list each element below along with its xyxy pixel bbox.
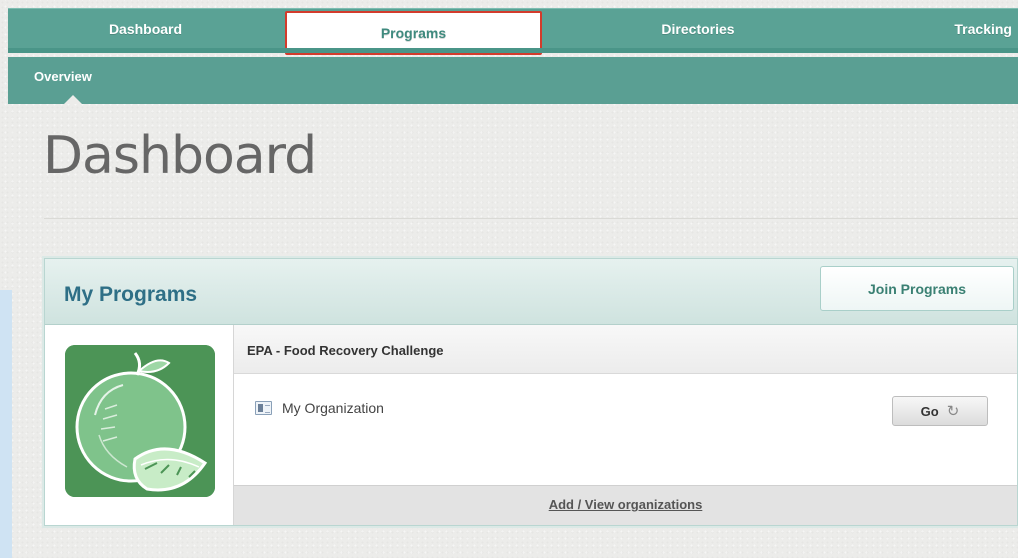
active-caret-icon xyxy=(64,95,82,104)
tab-tracking[interactable]: Tracking xyxy=(908,9,1018,49)
go-button[interactable]: Go ↻ xyxy=(892,396,988,426)
org-card-icon xyxy=(255,401,272,415)
program-name[interactable]: EPA - Food Recovery Challenge xyxy=(247,343,444,358)
go-button-label: Go xyxy=(920,403,939,419)
tab-dashboard[interactable]: Dashboard xyxy=(8,9,283,49)
panel-title: My Programs xyxy=(64,283,198,306)
organization-name[interactable]: My Organization xyxy=(282,400,384,416)
top-navigation: Dashboard Programs Directories Tracking xyxy=(8,8,1018,55)
page-title: Dashboard xyxy=(43,126,317,186)
add-view-organizations-link[interactable]: Add / View organizations xyxy=(234,497,1017,512)
program-footer-bar: Add / View organizations xyxy=(234,485,1017,525)
subnav-item-overview[interactable]: Overview xyxy=(34,57,92,95)
left-edge-strip xyxy=(0,290,12,558)
program-logo-cell xyxy=(45,325,234,525)
apple-lime-icon[interactable] xyxy=(65,345,215,497)
panel-header: My Programs Join Programs xyxy=(45,259,1017,325)
title-divider xyxy=(44,218,1018,219)
join-programs-button[interactable]: Join Programs xyxy=(820,266,1014,311)
nav-divider xyxy=(8,48,1018,53)
my-programs-panel: My Programs Join Programs EPA - Food Rec… xyxy=(44,258,1018,526)
refresh-icon: ↻ xyxy=(946,403,960,420)
sub-navigation: Overview xyxy=(8,57,1018,104)
tab-directories[interactable]: Directories xyxy=(548,9,848,49)
organization-row: My Organization Go ↻ xyxy=(234,374,1017,485)
program-title-bar: EPA - Food Recovery Challenge xyxy=(234,325,1017,374)
